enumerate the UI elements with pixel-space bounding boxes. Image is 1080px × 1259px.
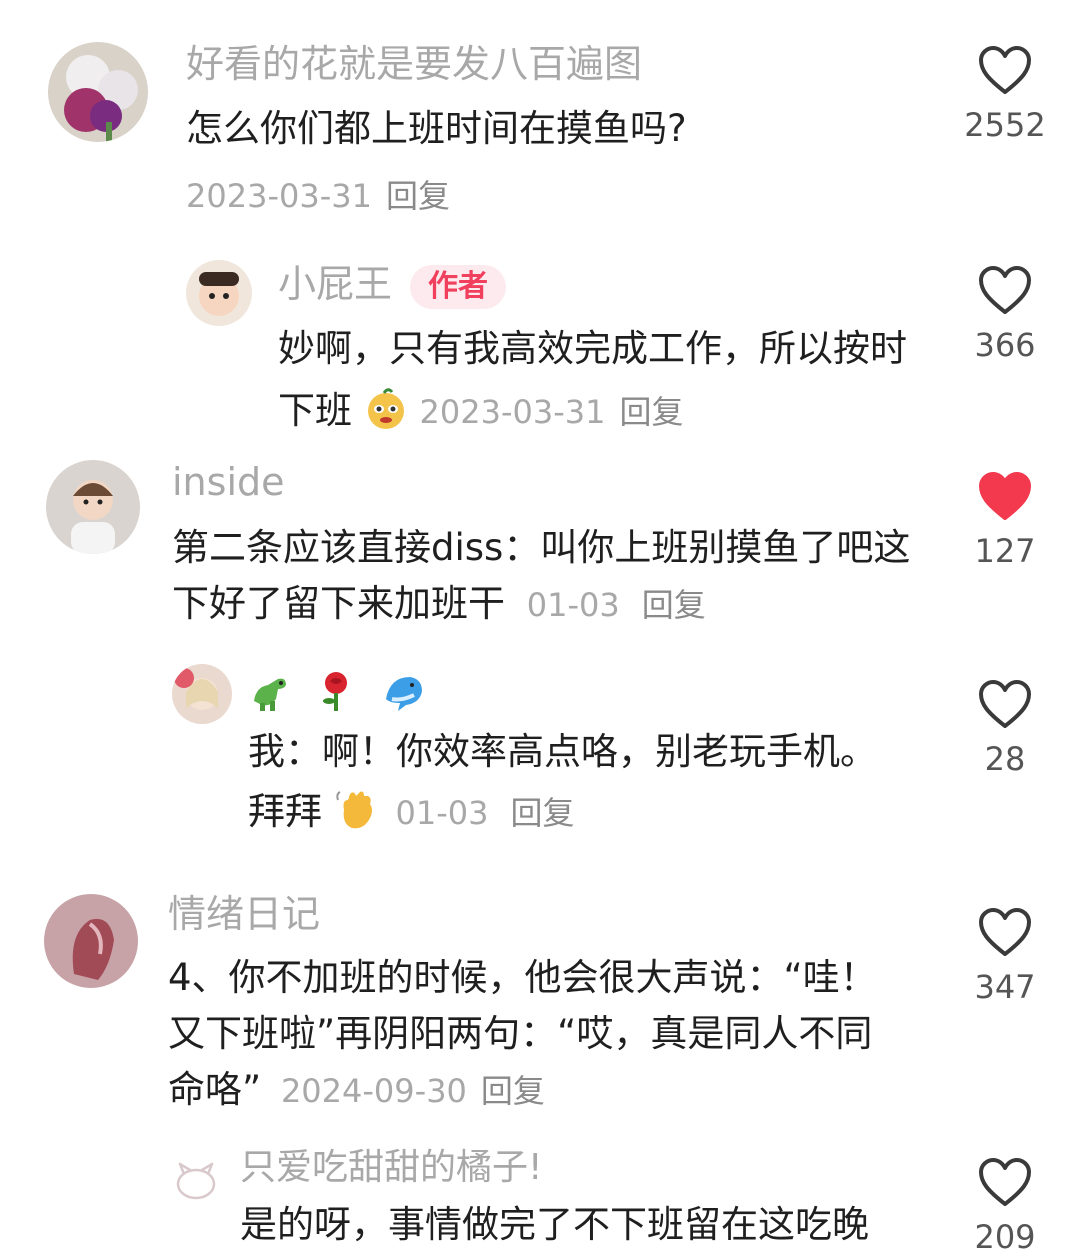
avatar[interactable] xyxy=(46,460,140,554)
heart-filled-icon xyxy=(979,472,1031,520)
dolphin-icon xyxy=(386,676,423,711)
reply-button[interactable]: 回复 xyxy=(511,794,575,832)
like-count: 2552 xyxy=(964,106,1046,144)
smirk-emoji-icon xyxy=(367,388,404,429)
username[interactable]: inside xyxy=(172,458,285,506)
username[interactable]: 只爱吃甜甜的橘子! xyxy=(240,1144,542,1192)
comment-date: 2024-09-30 xyxy=(280,1072,467,1110)
username[interactable]: 好看的花就是要发八百遍图 xyxy=(186,40,642,88)
comment-6: 只爱吃甜甜的橘子! 是的呀，事情做完了不下班留在这吃晚 209 xyxy=(0,1140,1080,1259)
comment-date: 01-03 xyxy=(395,794,489,832)
avatar[interactable] xyxy=(44,894,138,988)
username-emojis[interactable] xyxy=(248,664,426,713)
comment-date: 2023-03-31 xyxy=(419,393,606,431)
comment-text: 是的呀，事情做完了不下班留在这吃晚 xyxy=(240,1203,869,1246)
author-badge: 作者 xyxy=(410,264,507,309)
avatar[interactable] xyxy=(186,260,252,326)
comment-text-block: 妙啊，只有我高效完成工作，所以按时下班 2023-03-31 回复 xyxy=(278,318,918,443)
reply-button[interactable]: 回复 xyxy=(481,1072,545,1110)
comment-4: 我：啊！你效率高点咯，别老玩手机。拜拜 01-03 回复 28 xyxy=(0,650,1080,870)
username-row: 小屁王 作者 xyxy=(278,260,507,309)
rose-icon xyxy=(323,671,348,711)
heart-outline-icon xyxy=(979,46,1031,94)
comment-text-block: 我：啊！你效率高点咯，别老玩手机。拜拜 01-03 回复 xyxy=(248,722,898,843)
like-count: 127 xyxy=(974,532,1036,570)
avatar[interactable] xyxy=(48,42,148,142)
like-button[interactable]: 28 xyxy=(950,678,1060,778)
comment-2: 小屁王 作者 妙啊，只有我高效完成工作，所以按时下班 2023-03-31 回复 3… xyxy=(0,230,1080,450)
comment-date: 01-03 xyxy=(526,586,620,624)
heart-outline-icon xyxy=(979,908,1031,956)
reply-button[interactable]: 回复 xyxy=(386,177,450,215)
like-count: 28 xyxy=(984,740,1026,778)
heart-outline-icon xyxy=(979,680,1031,728)
like-count: 209 xyxy=(974,1218,1036,1256)
comment-text-block: 第二条应该直接diss：叫你上班别摸鱼了吧这下好了留下来加班干 01-03 回复 xyxy=(172,520,932,633)
like-button[interactable]: 366 xyxy=(950,264,1060,364)
dinosaur-icon xyxy=(254,678,286,711)
like-button[interactable]: 2552 xyxy=(950,44,1060,144)
comment-5: 情绪日记 4、你不加班的时候，他会很大声说：“哇！又下班啦”再阴阳两句：“哎，真… xyxy=(0,880,1080,1140)
like-count: 366 xyxy=(974,326,1036,364)
heart-outline-icon xyxy=(979,1158,1031,1206)
comment-text-block: 4、你不加班的时候，他会很大声说：“哇！又下班啦”再阴阳两句：“哎，真是同人不同… xyxy=(168,950,898,1119)
like-count: 347 xyxy=(974,968,1036,1006)
waving-hand-icon xyxy=(336,791,372,829)
comment-3: inside 第二条应该直接diss：叫你上班别摸鱼了吧这下好了留下来加班干 0… xyxy=(0,450,1080,650)
avatar[interactable] xyxy=(172,1156,220,1204)
reply-button[interactable]: 回复 xyxy=(620,393,684,431)
comment-meta: 2023-03-31 回复 xyxy=(186,172,450,226)
username[interactable]: 情绪日记 xyxy=(168,890,320,938)
avatar[interactable] xyxy=(172,664,232,724)
like-button[interactable]: 127 xyxy=(950,470,1060,570)
comment-1: 好看的花就是要发八百遍图 怎么你们都上班时间在摸鱼吗? 2023-03-31 回复… xyxy=(0,0,1080,230)
comment-date: 2023-03-31 xyxy=(186,177,372,215)
like-button[interactable]: 209 xyxy=(950,1156,1060,1256)
reply-button[interactable]: 回复 xyxy=(642,586,706,624)
username[interactable]: 小屁王 xyxy=(278,262,392,306)
comment-text: 怎么你们都上班时间在摸鱼吗? xyxy=(186,107,687,150)
like-button[interactable]: 347 xyxy=(950,906,1060,1006)
heart-outline-icon xyxy=(979,266,1031,314)
